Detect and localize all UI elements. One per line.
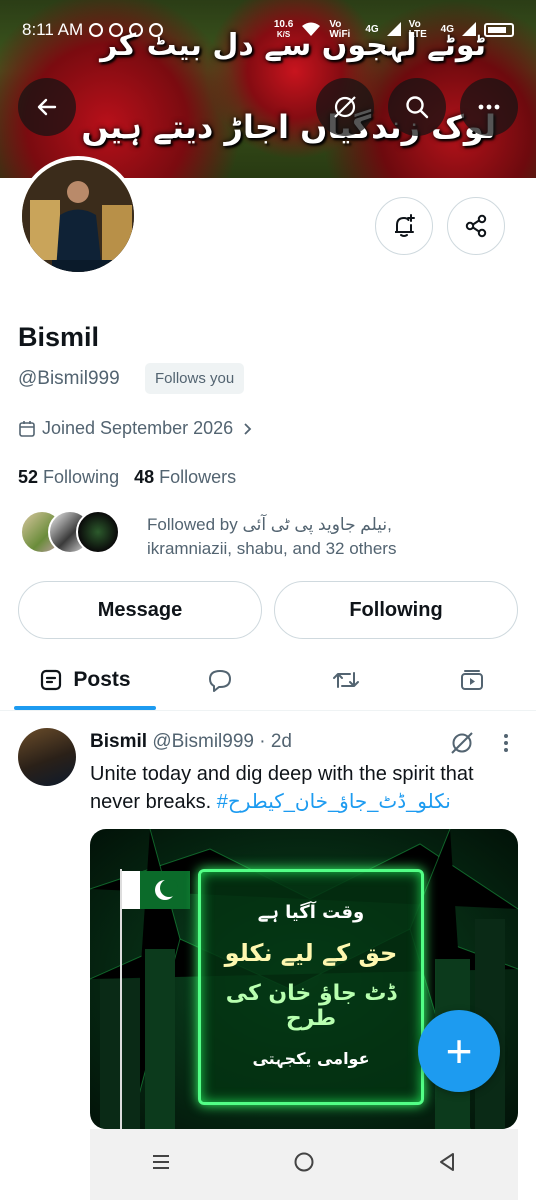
joined-date: Joined September 2026 xyxy=(42,418,234,438)
image-text-line2: حق کے لیے نکلو xyxy=(224,939,398,967)
network-4g-1: 4G xyxy=(365,24,379,35)
profile-tabs: Posts xyxy=(0,650,536,711)
home-circle-icon xyxy=(294,1152,314,1172)
message-button[interactable]: Message xyxy=(18,581,262,639)
back-button[interactable] xyxy=(18,78,76,136)
status-time: 8:11 AM xyxy=(22,20,84,39)
whatsapp-business-icon xyxy=(149,23,164,37)
vowifi-label: Vo WiFi xyxy=(329,19,351,40)
share-icon xyxy=(465,214,487,238)
whatsapp-icon xyxy=(129,23,144,37)
back-arrow-icon xyxy=(37,98,57,116)
media-icon xyxy=(461,670,483,690)
search-icon xyxy=(406,96,429,119)
share-button[interactable] xyxy=(447,197,505,255)
tab-media[interactable] xyxy=(432,650,512,710)
recent-apps-icon xyxy=(153,1155,169,1169)
recent-apps-button[interactable] xyxy=(150,1151,172,1178)
compose-button[interactable]: + xyxy=(418,1010,500,1092)
post-header: Bismil @Bismil999 · 2d xyxy=(90,731,292,753)
system-nav-bar xyxy=(90,1129,518,1200)
follow-stats: 52 Following 48 Followers xyxy=(18,467,236,488)
chevron-right-icon xyxy=(244,422,252,435)
net-speed-unit: K/S xyxy=(276,30,291,39)
calendar-icon xyxy=(19,420,35,437)
post-text: Unite today and dig deep with the spirit… xyxy=(90,760,520,816)
post-time: · 2d xyxy=(259,731,292,752)
post-image-sign: وقت آگیا ہے حق کے لیے نکلو ڈٹ جاؤ خان کی… xyxy=(198,869,424,1105)
battery-icon xyxy=(484,23,514,37)
tab-posts[interactable]: Posts xyxy=(14,650,156,710)
followers-label: Followers xyxy=(159,467,237,487)
image-text-line3: ڈٹ جاؤ خان کی طرح xyxy=(225,981,397,1031)
image-text-line4: عوامی یکجہتی xyxy=(252,1049,370,1068)
back-triangle-icon xyxy=(440,1153,454,1171)
followed-by-line2: ikramniazii, shabu, and 32 others xyxy=(147,539,397,558)
replies-icon xyxy=(209,670,231,692)
post-more-button[interactable] xyxy=(496,731,516,760)
profile-avatar[interactable] xyxy=(18,156,138,276)
post-author[interactable]: Bismil xyxy=(90,731,147,752)
signal-icon-1 xyxy=(386,21,401,39)
profile-name: Bismil xyxy=(18,322,100,352)
back-nav-button[interactable] xyxy=(436,1150,458,1179)
profile-handle: @Bismil999 xyxy=(18,368,120,389)
notify-button[interactable] xyxy=(375,197,433,255)
following-button[interactable]: Following xyxy=(274,581,518,639)
snapchat-icon xyxy=(109,23,124,37)
network-4g-2: 4G xyxy=(440,24,454,35)
active-tab-indicator xyxy=(14,706,156,710)
grok-icon xyxy=(451,732,473,754)
image-text-line1: وقت آگیا ہے xyxy=(257,902,365,923)
tab-replies[interactable] xyxy=(180,650,260,710)
followed-by-line1: Followed by نیلم جاوید پی ٹی آئی, xyxy=(147,515,392,534)
post-hashtag[interactable]: #نکلو_ڈٹ_جاؤ_خان_کیطرح xyxy=(217,791,451,813)
tab-posts-label: Posts xyxy=(73,668,131,691)
reposts-icon xyxy=(333,672,359,688)
joined-row[interactable]: Joined September 2026 xyxy=(18,418,255,439)
more-vertical-icon xyxy=(504,734,508,752)
followers-link[interactable]: 48 Followers xyxy=(134,467,236,487)
signal-icon-2 xyxy=(462,21,476,39)
posts-icon xyxy=(41,669,62,691)
grok-button[interactable] xyxy=(316,78,374,136)
status-bar: 8:11 AM 10.6 K/S Vo WiFi 4G Vo LTE 4G xyxy=(0,0,536,60)
following-link[interactable]: 52 Following xyxy=(18,467,119,487)
tab-reposts[interactable] xyxy=(306,650,386,710)
followed-by-text[interactable]: Followed by نیلم جاوید پی ٹی آئی, ikramn… xyxy=(147,513,517,561)
more-button[interactable] xyxy=(460,78,518,136)
followers-count: 48 xyxy=(134,467,155,487)
more-icon xyxy=(478,104,500,110)
followed-by-avatars[interactable] xyxy=(20,510,120,554)
follower-avatar xyxy=(76,510,120,554)
net-speed: 10.6 xyxy=(273,19,294,30)
home-button[interactable] xyxy=(292,1150,316,1179)
post-grok-button[interactable] xyxy=(450,731,474,760)
following-label: Following xyxy=(43,467,120,487)
post-handle: @Bismil999 xyxy=(152,731,254,752)
wifi-icon xyxy=(301,21,321,40)
search-button[interactable] xyxy=(388,78,446,136)
plus-icon: + xyxy=(445,1025,473,1077)
grok-icon xyxy=(334,96,356,118)
follows-you-badge: Follows you xyxy=(145,363,245,394)
notification-icon xyxy=(89,23,104,37)
post-avatar[interactable] xyxy=(18,728,76,786)
volte-label: Vo LTE xyxy=(408,19,427,40)
following-count: 52 xyxy=(18,467,39,487)
bell-plus-icon xyxy=(395,214,415,237)
